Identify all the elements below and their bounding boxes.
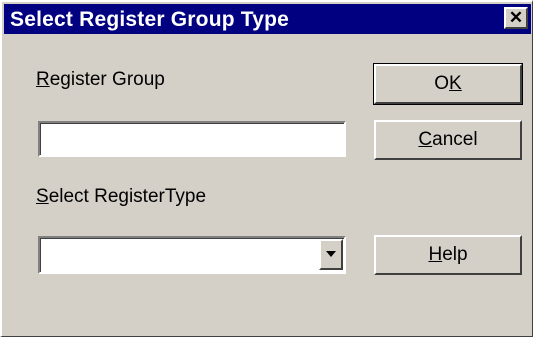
ok-label-prefix: O bbox=[434, 73, 450, 94]
register-group-dialog: Select Register Group Type ✕ Register Gr… bbox=[0, 0, 533, 337]
close-button[interactable]: ✕ bbox=[504, 7, 528, 29]
register-type-label: Select RegisterType bbox=[36, 186, 206, 208]
title-bar[interactable]: Select Register Group Type ✕ bbox=[4, 4, 531, 34]
register-group-label-text: egister Group bbox=[49, 69, 165, 90]
register-type-mnemonic: S bbox=[36, 186, 49, 207]
ok-button[interactable]: OK bbox=[373, 63, 523, 105]
register-type-select[interactable] bbox=[38, 236, 346, 274]
cancel-label-text: ancel bbox=[432, 129, 478, 150]
register-group-mnemonic: R bbox=[36, 69, 50, 90]
window-title: Select Register Group Type bbox=[10, 8, 290, 31]
help-mnemonic: H bbox=[428, 244, 443, 265]
register-type-dropdown-button[interactable] bbox=[319, 239, 343, 270]
help-label-text: elp bbox=[442, 244, 468, 265]
register-group-label: Register Group bbox=[36, 69, 165, 91]
chevron-down-icon bbox=[326, 251, 336, 257]
cancel-mnemonic: C bbox=[418, 129, 433, 150]
cancel-button[interactable]: Cancel bbox=[374, 120, 522, 160]
register-type-label-text: elect RegisterType bbox=[48, 186, 207, 207]
close-icon: ✕ bbox=[508, 8, 524, 27]
register-group-input[interactable] bbox=[38, 121, 346, 157]
help-button[interactable]: Help bbox=[374, 235, 522, 275]
ok-mnemonic: K bbox=[449, 73, 462, 94]
